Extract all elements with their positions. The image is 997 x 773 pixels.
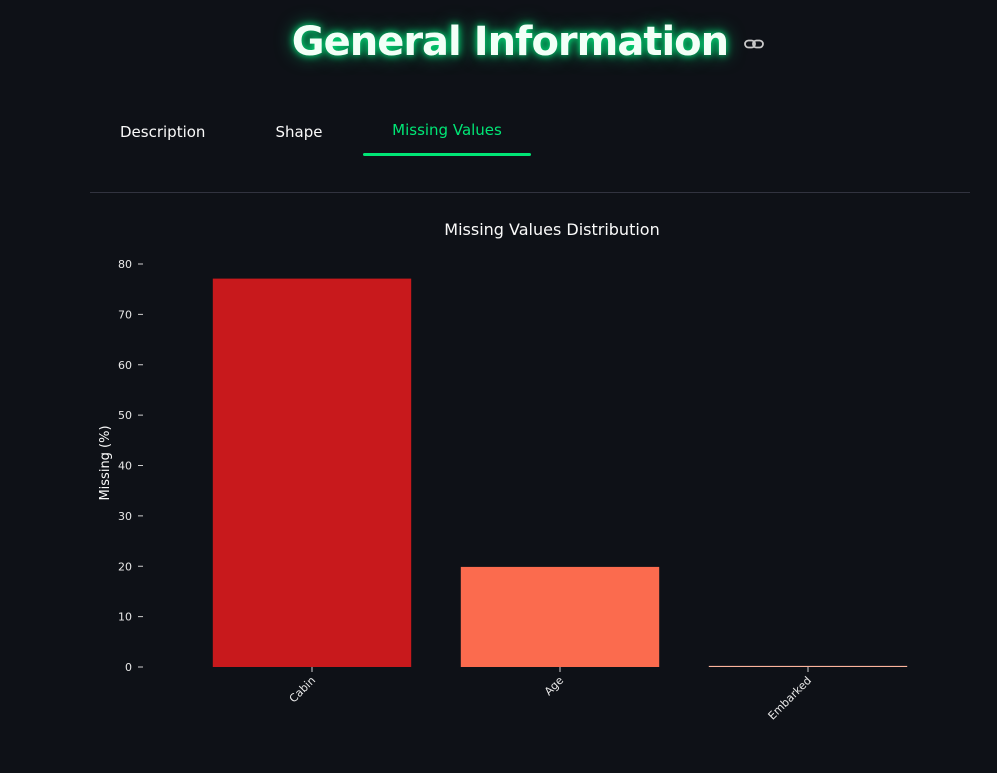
- bar-cabin: [212, 278, 412, 667]
- header: General Information: [0, 14, 997, 70]
- x-tick-label: Cabin: [287, 674, 318, 705]
- missing-values-chart: Missing Values Distribution Missing (%) …: [98, 220, 908, 722]
- page: General Information Description Shape Mi…: [0, 0, 997, 773]
- y-axis: 0 10 20 30 40 50 60 70 80: [118, 258, 143, 674]
- page-title: General Information: [291, 19, 729, 65]
- active-tab-indicator: [363, 153, 531, 156]
- y-tick-label: 80: [118, 258, 132, 271]
- y-tick-label: 10: [118, 611, 132, 624]
- y-tick-label: 20: [118, 560, 132, 573]
- x-tick-label: Embarked: [766, 674, 815, 723]
- tab-missing-values[interactable]: Missing Values: [390, 100, 504, 158]
- y-tick-label: 60: [118, 359, 132, 372]
- tab-description[interactable]: Description: [120, 100, 205, 158]
- bar-age: [460, 566, 660, 667]
- y-tick-label: 70: [118, 308, 132, 321]
- chart-title: Missing Values Distribution: [444, 220, 659, 239]
- tab-bar: Description Shape Missing Values: [90, 100, 970, 193]
- x-axis: Cabin Age Embarked: [287, 667, 814, 722]
- y-tick-label: 40: [118, 460, 132, 473]
- tab-shape[interactable]: Shape: [275, 100, 323, 158]
- y-axis-label: Missing (%): [98, 425, 113, 500]
- chart-container: Missing Values Distribution Missing (%) …: [90, 205, 970, 765]
- y-tick-label: 50: [118, 409, 132, 422]
- y-tick-label: 0: [125, 661, 132, 674]
- y-tick-label: 30: [118, 510, 132, 523]
- bars: [212, 278, 908, 667]
- link-icon[interactable]: [743, 33, 765, 55]
- bar-embarked: [708, 665, 908, 667]
- x-tick-label: Age: [542, 674, 566, 698]
